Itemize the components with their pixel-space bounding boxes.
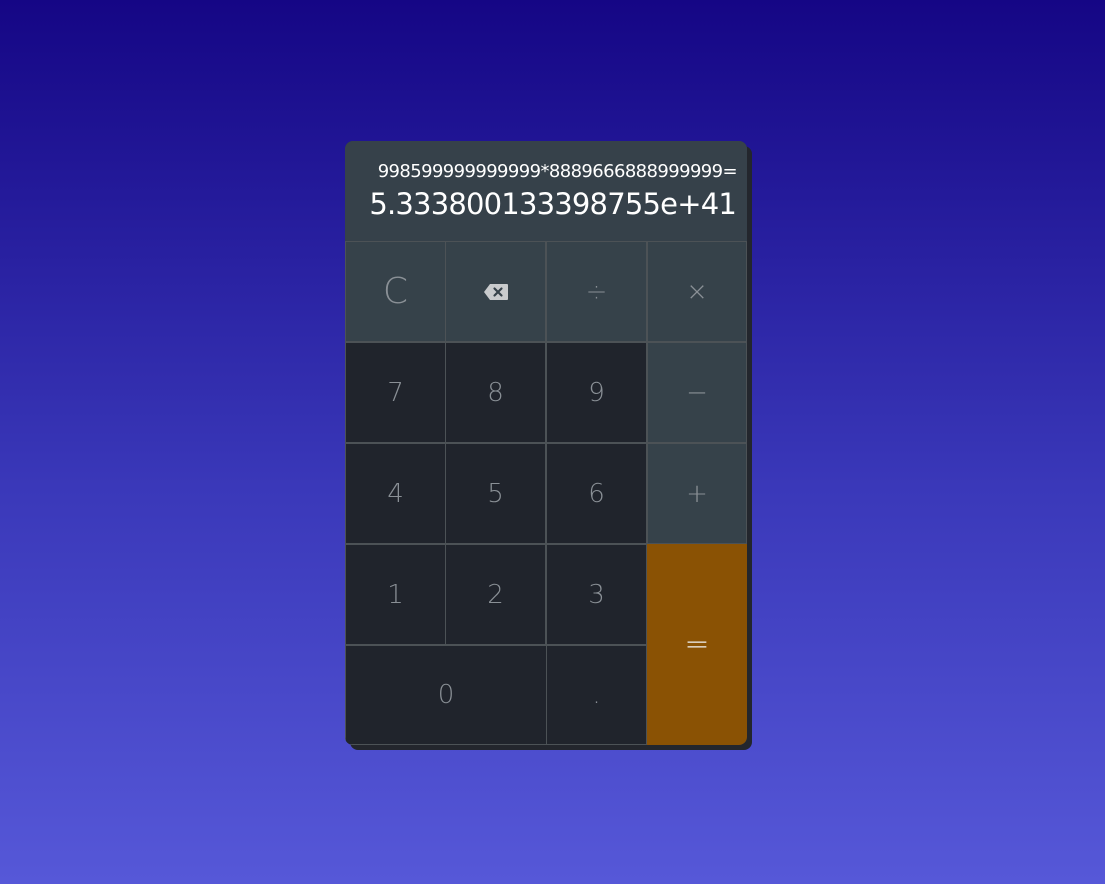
add-button[interactable]: +	[647, 443, 747, 544]
clear-button[interactable]: C	[345, 241, 446, 342]
digit-4-button[interactable]: 4	[345, 443, 446, 544]
digit-8-label: 8	[487, 377, 504, 408]
digit-3-button[interactable]: 3	[546, 544, 647, 645]
digit-1-button[interactable]: 1	[345, 544, 446, 645]
display-panel: 998599999999999*8889666888999999= 5.3338…	[345, 141, 747, 241]
digit-9-label: 9	[588, 377, 605, 408]
digit-5-label: 5	[487, 478, 504, 509]
digit-3-label: 3	[588, 579, 605, 610]
digit-2-button[interactable]: 2	[445, 544, 546, 645]
digit-6-button[interactable]: 6	[546, 443, 647, 544]
digit-4-label: 4	[387, 478, 404, 509]
digit-1-label: 1	[387, 579, 404, 610]
clear-label: C	[382, 271, 409, 312]
digit-2-label: 2	[487, 579, 504, 610]
backspace-button[interactable]	[445, 241, 546, 342]
digit-0-label: 0	[437, 680, 455, 710]
calculator: 998599999999999*8889666888999999= 5.3338…	[345, 141, 747, 745]
digit-6-label: 6	[588, 478, 605, 509]
expression-display: 998599999999999*8889666888999999=	[377, 161, 738, 182]
digit-9-button[interactable]: 9	[546, 342, 647, 443]
add-label: +	[686, 478, 708, 509]
result-display: 5.333800133398755e+41	[369, 187, 736, 221]
digit-7-label: 7	[387, 377, 404, 408]
digit-5-button[interactable]: 5	[445, 443, 546, 544]
decimal-label: .	[592, 680, 601, 710]
subtract-label: −	[686, 377, 708, 408]
divide-button[interactable]: ÷	[546, 241, 647, 342]
equals-button[interactable]: =	[647, 544, 747, 745]
backspace-icon	[483, 283, 509, 301]
subtract-button[interactable]: −	[647, 342, 747, 443]
digit-0-button[interactable]: 0	[345, 645, 547, 745]
divide-label: ÷	[585, 276, 608, 307]
multiply-label: ×	[686, 276, 708, 307]
equals-label: =	[684, 627, 710, 662]
digit-8-button[interactable]: 8	[445, 342, 546, 443]
digit-7-button[interactable]: 7	[345, 342, 446, 443]
decimal-button[interactable]: .	[546, 645, 647, 745]
multiply-button[interactable]: ×	[647, 241, 747, 342]
